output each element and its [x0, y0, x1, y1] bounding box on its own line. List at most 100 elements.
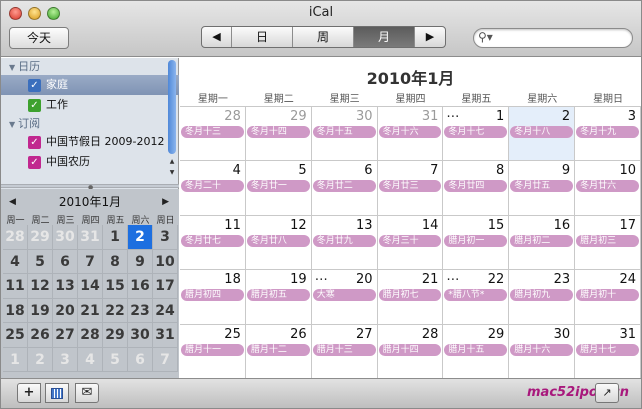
- mini-day[interactable]: 12: [28, 274, 53, 299]
- mini-day[interactable]: 31: [153, 323, 178, 348]
- calendar-event[interactable]: 腊月初七: [378, 289, 442, 302]
- disclosure-triangle-icon[interactable]: ▼: [9, 63, 15, 72]
- notifications-button[interactable]: ✉: [75, 383, 99, 403]
- add-calendar-button[interactable]: +: [17, 383, 41, 403]
- day-cell[interactable]: 15 腊月初一: [443, 214, 510, 270]
- calendar-event[interactable]: 冬月廿三: [378, 180, 442, 193]
- mini-day-selected[interactable]: 2: [128, 225, 153, 250]
- mini-day[interactable]: 4: [3, 249, 28, 274]
- scroll-thumb[interactable]: [168, 60, 176, 154]
- mini-next-month-icon[interactable]: ▶: [162, 192, 169, 212]
- calendar-event[interactable]: 冬月廿九: [312, 234, 376, 247]
- calendar-event[interactable]: 腊月初一: [444, 234, 508, 247]
- calendar-event[interactable]: 冬月十四: [246, 126, 310, 138]
- mini-day[interactable]: 15: [103, 274, 128, 299]
- day-cell[interactable]: 5 冬月廿一: [245, 160, 312, 215]
- month-view-tab[interactable]: 月: [354, 27, 415, 47]
- show-info-button[interactable]: ↗: [595, 383, 619, 403]
- day-cell[interactable]: 31 腊月十七: [575, 323, 641, 378]
- search-field[interactable]: ⚲▾: [473, 28, 633, 48]
- calendar-event[interactable]: 冬月廿四: [444, 180, 508, 193]
- day-cell[interactable]: 10 冬月廿六: [575, 160, 641, 215]
- mini-day[interactable]: 13: [53, 274, 78, 299]
- calendar-event[interactable]: 冬月廿八: [246, 234, 310, 247]
- mini-day[interactable]: 16: [128, 274, 153, 299]
- calendar-event[interactable]: 冬月廿二: [312, 180, 376, 193]
- toggle-mini-calendar-button[interactable]: [45, 383, 69, 403]
- calendar-item-holidays[interactable]: ✓ 中国节假日 2009-2012: [1, 132, 179, 152]
- calendar-event[interactable]: 腊月初二: [510, 234, 574, 247]
- mini-day[interactable]: 20: [53, 298, 78, 323]
- mini-day[interactable]: 30: [53, 225, 78, 250]
- calendar-item-lunar[interactable]: ✓ 中国农历: [1, 152, 179, 172]
- mini-prev-month-icon[interactable]: ◀: [9, 192, 16, 212]
- disclosure-triangle-icon[interactable]: ▼: [9, 120, 15, 129]
- calendar-event[interactable]: 冬月廿七: [181, 234, 244, 247]
- day-cell[interactable]: 18 腊月初四: [180, 269, 246, 324]
- mini-day[interactable]: 5: [103, 347, 128, 372]
- checkbox-checked-icon[interactable]: ✓: [28, 156, 41, 169]
- calendar-event[interactable]: *腊八节*: [444, 289, 508, 302]
- checkbox-checked-icon[interactable]: ✓: [28, 99, 41, 112]
- day-cell[interactable]: 3 冬月十九: [575, 106, 641, 161]
- day-cell[interactable]: 20 … 大寒: [311, 269, 378, 324]
- more-events-indicator[interactable]: …: [446, 270, 459, 284]
- calendar-event[interactable]: 腊月初三: [576, 234, 639, 247]
- mini-day[interactable]: 1: [103, 225, 128, 250]
- mini-day[interactable]: 17: [153, 274, 178, 299]
- mini-day[interactable]: 21: [78, 298, 103, 323]
- mini-day[interactable]: 6: [128, 347, 153, 372]
- scroll-down-icon[interactable]: ▼: [167, 168, 177, 178]
- calendar-event[interactable]: 冬月十八: [510, 126, 574, 138]
- mini-day[interactable]: 2: [28, 347, 53, 372]
- more-events-indicator[interactable]: …: [446, 107, 459, 121]
- day-cell[interactable]: 21 腊月初七: [377, 269, 444, 324]
- calendar-event[interactable]: 腊月十六: [510, 343, 574, 356]
- mini-day[interactable]: 30: [128, 323, 153, 348]
- day-cell[interactable]: 6 冬月廿二: [311, 160, 378, 215]
- mini-day[interactable]: 14: [78, 274, 103, 299]
- day-cell[interactable]: 17 腊月初三: [575, 214, 641, 270]
- mini-day[interactable]: 29: [28, 225, 53, 250]
- calendar-event[interactable]: 冬月十七: [444, 126, 508, 138]
- day-cell-today[interactable]: 2 冬月十八: [509, 106, 576, 161]
- day-cell[interactable]: 13 冬月廿九: [311, 214, 378, 270]
- day-cell[interactable]: 1 … 冬月十七: [443, 106, 510, 161]
- calendar-item-family[interactable]: ✓ 家庭: [1, 75, 179, 95]
- day-cell[interactable]: 19 腊月初五: [245, 269, 312, 324]
- calendar-event[interactable]: 冬月十九: [576, 126, 639, 138]
- mini-day[interactable]: 5: [28, 249, 53, 274]
- calendar-event[interactable]: 腊月初十: [576, 289, 639, 302]
- day-cell[interactable]: 14 冬月三十: [377, 214, 444, 270]
- day-cell[interactable]: 7 冬月廿三: [377, 160, 444, 215]
- mini-day[interactable]: 25: [3, 323, 28, 348]
- mini-day[interactable]: 19: [28, 298, 53, 323]
- day-cell[interactable]: 30 冬月十五: [311, 106, 378, 161]
- mini-day[interactable]: 4: [78, 347, 103, 372]
- calendar-event[interactable]: 冬月十五: [312, 126, 376, 138]
- mini-day[interactable]: 26: [28, 323, 53, 348]
- previous-period-button[interactable]: ◀: [202, 27, 232, 47]
- calendar-event[interactable]: 冬月廿六: [576, 180, 639, 193]
- calendar-item-work[interactable]: ✓ 工作: [1, 95, 179, 115]
- calendar-event[interactable]: 腊月十三: [312, 343, 376, 356]
- mini-day[interactable]: 27: [53, 323, 78, 348]
- mini-day[interactable]: 28: [3, 225, 28, 250]
- day-cell[interactable]: 25 腊月十一: [180, 323, 246, 378]
- day-view-tab[interactable]: 日: [232, 27, 293, 47]
- scroll-up-icon[interactable]: ▲: [167, 157, 177, 167]
- checkbox-checked-icon[interactable]: ✓: [28, 136, 41, 149]
- mini-day[interactable]: 24: [153, 298, 178, 323]
- mini-day[interactable]: 9: [128, 249, 153, 274]
- day-cell[interactable]: 30 腊月十六: [509, 323, 576, 378]
- mini-day[interactable]: 23: [128, 298, 153, 323]
- calendar-event[interactable]: 腊月初五: [246, 289, 310, 302]
- mini-day[interactable]: 10: [153, 249, 178, 274]
- day-cell[interactable]: 11 冬月廿七: [180, 214, 246, 270]
- day-cell[interactable]: 16 腊月初二: [509, 214, 576, 270]
- section-subscriptions[interactable]: ▼ 订阅: [1, 115, 179, 132]
- calendar-event[interactable]: 冬月廿五: [510, 180, 574, 193]
- calendar-event[interactable]: 大寒: [312, 289, 376, 302]
- section-calendars[interactable]: ▼ 日历: [1, 58, 179, 75]
- mini-day[interactable]: 7: [78, 249, 103, 274]
